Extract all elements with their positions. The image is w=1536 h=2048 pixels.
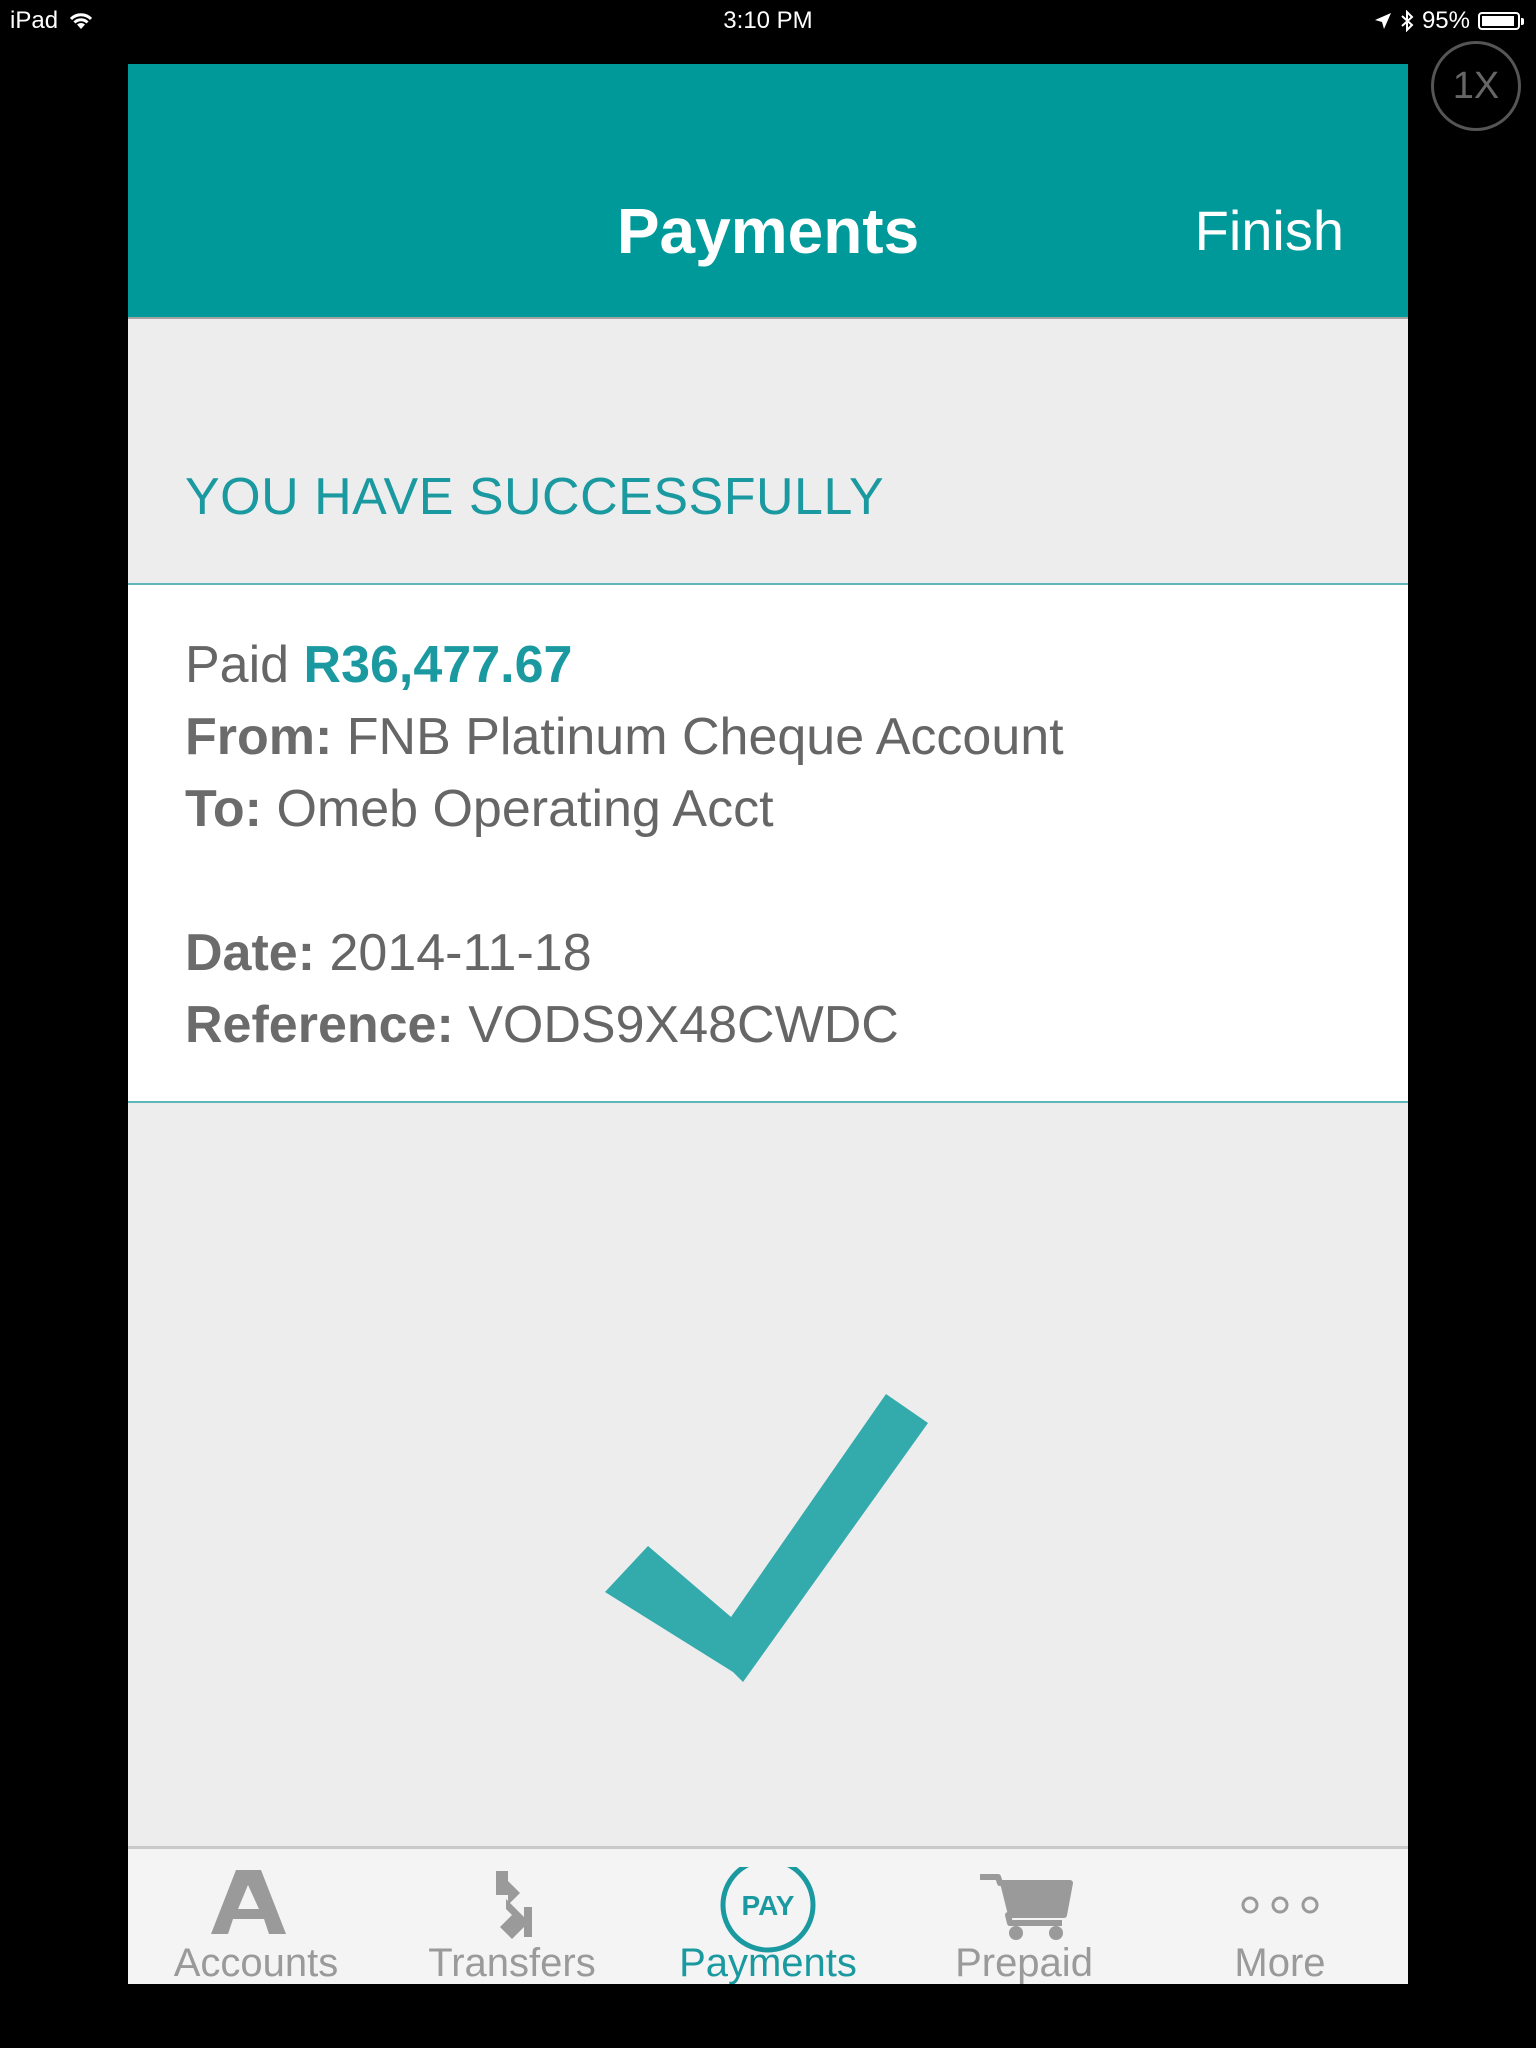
- reference-row: Reference: VODS9X48CWDC: [185, 995, 899, 1055]
- tab-prepaid[interactable]: Prepaid: [896, 1849, 1152, 1984]
- to-value: Omeb Operating Acct: [276, 780, 774, 838]
- reference-value: VODS9X48CWDC: [468, 996, 899, 1054]
- status-right: 95%: [1374, 7, 1524, 35]
- tab-label: Accounts: [173, 1941, 339, 1984]
- tab-label: Prepaid: [955, 1941, 1093, 1984]
- date-row: Date: 2014-11-18: [185, 923, 592, 983]
- from-row: From: FNB Platinum Cheque Account: [185, 707, 1064, 767]
- nav-bar: Payments Finish: [128, 64, 1408, 319]
- date-value: 2014-11-18: [329, 924, 592, 982]
- paid-label: Paid: [185, 636, 290, 694]
- finish-button[interactable]: Finish: [1195, 198, 1344, 263]
- status-time: 3:10 PM: [723, 7, 813, 34]
- bluetooth-icon: [1401, 10, 1414, 32]
- tab-label: Payments: [679, 1941, 857, 1984]
- zoom-1x-button[interactable]: 1X: [1431, 41, 1521, 131]
- from-value: FNB Platinum Cheque Account: [346, 708, 1064, 766]
- paid-amount: R36,477.67: [303, 636, 573, 694]
- tab-transfers[interactable]: Transfers: [384, 1849, 640, 1984]
- status-bar: iPad 3:10 PM 95%: [0, 0, 1536, 40]
- tab-payments[interactable]: PAY Payments: [640, 1849, 896, 1984]
- battery-icon: [1478, 12, 1524, 30]
- tab-more[interactable]: More: [1152, 1849, 1408, 1984]
- battery-level-fill: [1482, 16, 1515, 26]
- from-label: From:: [185, 708, 333, 766]
- success-header: YOU HAVE SUCCESSFULLY: [128, 319, 1408, 584]
- reference-label: Reference:: [185, 996, 454, 1054]
- payment-details: Paid R36,477.67 From: FNB Platinum Chequ…: [128, 583, 1408, 1103]
- tab-label: More: [1234, 1941, 1326, 1984]
- pay-icon-text: PAY: [742, 1890, 795, 1921]
- date-label: Date:: [185, 924, 316, 982]
- to-label: To:: [185, 780, 262, 838]
- checkmark-icon: [605, 1394, 928, 1682]
- to-row: To: Omeb Operating Acct: [185, 779, 774, 839]
- success-check-area: [128, 1103, 1408, 1848]
- paid-row: Paid R36,477.67: [185, 635, 572, 695]
- battery-percent: 95%: [1421, 7, 1470, 34]
- tab-accounts[interactable]: Accounts: [128, 1849, 384, 1984]
- success-heading: YOU HAVE SUCCESSFULLY: [185, 468, 885, 526]
- tab-bar: Accounts Transfers PAY Payments Prepaid …: [128, 1846, 1408, 1984]
- tab-label: Transfers: [428, 1941, 596, 1984]
- app-window: Payments Finish YOU HAVE SUCCESSFULLY Pa…: [128, 64, 1408, 1984]
- location-arrow-icon: [1374, 13, 1391, 29]
